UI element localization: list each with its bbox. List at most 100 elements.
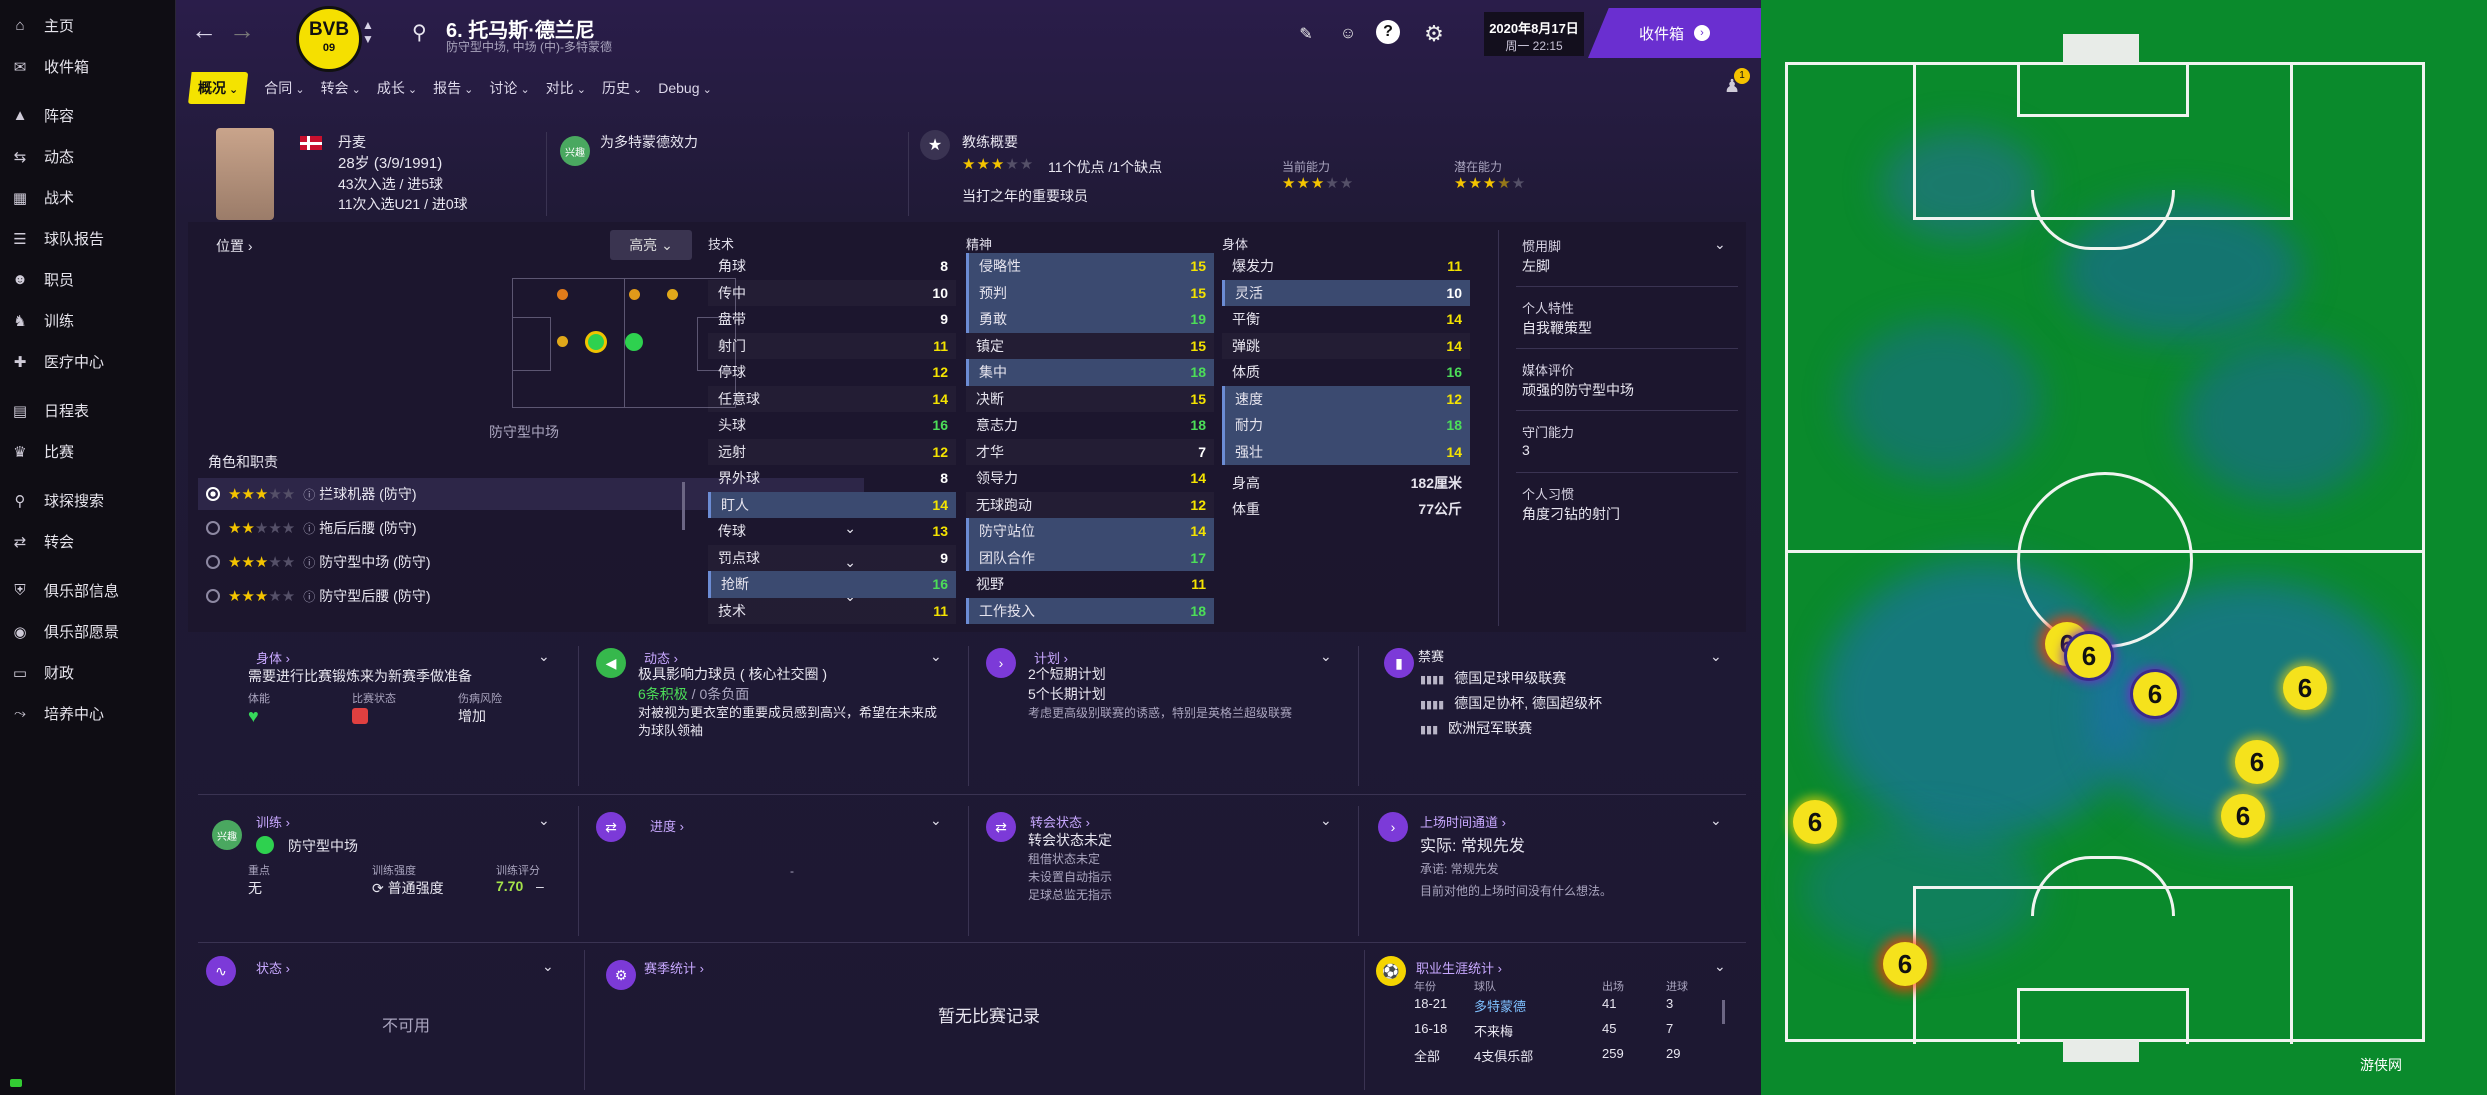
position-pitch <box>512 278 736 408</box>
sidebar-item-3[interactable]: ⇆ 动态 <box>0 136 175 177</box>
scrollbar[interactable] <box>1722 1000 1725 1024</box>
progress-placeholder: - <box>790 864 794 878</box>
chevron-down-icon[interactable]: ⌄ <box>538 648 550 665</box>
career-year: 18-21 <box>1414 996 1448 1011</box>
chevron-down-icon: ⌄ <box>629 84 643 96</box>
sidebar-item-5[interactable]: ☰ 球队报告 <box>0 218 175 259</box>
attribute-row: 头球 16 <box>708 412 956 439</box>
tab-2[interactable]: 转会 ⌄ <box>321 78 361 98</box>
scrollbar[interactable] <box>682 482 685 530</box>
chevron-down-icon[interactable]: ⌄ <box>1714 236 1726 253</box>
attribute-row: 盯人 14 <box>708 491 956 518</box>
sidebar-item-6[interactable]: ☻ 职员 <box>0 259 175 300</box>
chevron-down-icon[interactable]: ⌄ <box>930 648 942 665</box>
edit-icon[interactable]: ✎ <box>1292 20 1320 48</box>
divider <box>968 646 969 786</box>
sidebar-item-1[interactable]: ✉ 收件箱 <box>0 46 175 87</box>
sidebar-item-14[interactable]: ◉ 俱乐部愿景 <box>0 611 175 652</box>
tab-7[interactable]: 历史 ⌄ <box>602 78 642 98</box>
position-title[interactable]: 位置 › <box>216 236 253 256</box>
training-card-title[interactable]: 训练 › <box>256 812 290 831</box>
club-crest[interactable]: BVB 09 <box>296 6 362 72</box>
chevron-down-icon[interactable]: ⌄ <box>538 812 550 829</box>
sidebar-item-9[interactable]: ▤ 日程表 <box>0 390 175 431</box>
progress-title-label: 进度 <box>650 819 677 834</box>
intensity-value[interactable]: ⟳ 普通强度 <box>372 878 444 898</box>
info-icon: ⓘ <box>303 555 316 570</box>
tab-6[interactable]: 对比 ⌄ <box>546 78 586 98</box>
ban-row: ▮▮▮▮ 德国足协杯, 德国超级杯 <box>1420 693 1602 713</box>
tab-8[interactable]: Debug ⌄ <box>658 80 712 96</box>
transfer-card-title[interactable]: 转会状态 › <box>1030 812 1090 831</box>
chevron-down-icon: ⌄ <box>699 84 712 96</box>
sidebar-item-12[interactable]: ⇄ 转会 <box>0 521 175 562</box>
inbox-icon: ✉ <box>13 58 27 76</box>
search-icon[interactable]: ⚲ <box>412 20 427 45</box>
chevron-down-icon[interactable]: ⌄ <box>542 958 554 975</box>
tab-3[interactable]: 成长 ⌄ <box>377 78 417 98</box>
attribute-value: 14 <box>1446 337 1462 354</box>
sidebar-item-2[interactable]: ▲ 阵容 <box>0 95 175 136</box>
inbox-continue-button[interactable]: 收件箱 › <box>1588 8 1761 58</box>
career-stats-card-title[interactable]: 职业生涯统计 › <box>1416 958 1502 977</box>
tab-0[interactable]: 概况 ⌄ <box>188 72 249 104</box>
attribute-value: 14 <box>1446 311 1462 328</box>
attribute-value: 11 <box>1447 258 1462 275</box>
chevron-down-icon[interactable]: ⌄ <box>1714 958 1726 975</box>
attribute-name: 侵略性 <box>979 258 1021 275</box>
attribute-value: 18 <box>1190 417 1206 434</box>
ban-icon: ▮ <box>1384 648 1414 678</box>
player-switcher-icon[interactable]: ▲ ▼ <box>362 18 374 46</box>
attribute-name: 盯人 <box>721 496 749 513</box>
body-card-title[interactable]: 身体 › <box>256 648 290 667</box>
position-dot <box>557 289 568 300</box>
role-radio[interactable] <box>206 487 220 501</box>
attribute-row: 集中 18 <box>966 359 1214 386</box>
role-radio[interactable] <box>206 555 220 569</box>
sidebar-item-4[interactable]: ▦ 战术 <box>0 177 175 218</box>
role-radio[interactable] <box>206 589 220 603</box>
notification-icon[interactable]: ♟ 1 <box>1724 68 1750 97</box>
loan-status: 租借状态未定 <box>1028 852 1101 866</box>
role-stars: ★★★★★ <box>228 486 296 503</box>
chevron-down-icon[interactable]: ⌄ <box>930 812 942 829</box>
tab-5[interactable]: 讨论 ⌄ <box>489 78 529 98</box>
time-label: 周一 22:15 <box>1505 39 1563 53</box>
tab-1[interactable]: 合同 ⌄ <box>264 78 304 98</box>
chevron-down-icon[interactable]: ⌄ <box>1710 648 1722 665</box>
trait-value: 自我鞭策型 <box>1522 320 1592 336</box>
career-team: 4支俱乐部 <box>1474 1049 1534 1064</box>
highlight-dropdown[interactable]: 高亮 ⌄ <box>610 230 692 260</box>
gear-icon[interactable]: ⚙ <box>1420 20 1448 48</box>
sidebar-item-7[interactable]: ♞ 训练 <box>0 300 175 341</box>
forward-icon[interactable]: → <box>226 14 258 46</box>
chevron-down-icon[interactable]: ⌄ <box>1320 812 1332 829</box>
form-card-title[interactable]: 状态 › <box>256 958 290 977</box>
chevron-down-icon[interactable]: ⌄ <box>1320 648 1332 665</box>
tab-4[interactable]: 报告 ⌄ <box>433 78 473 98</box>
attribute-row: 传球 13 <box>708 518 956 545</box>
attribute-name: 镇定 <box>976 337 1004 354</box>
season-stats-card-title[interactable]: 赛季统计 › <box>644 958 704 977</box>
chevron-down-icon[interactable]: ⌄ <box>1710 812 1722 829</box>
fm-icon[interactable]: ☺ <box>1334 20 1362 48</box>
progress-card-title[interactable]: 进度 › <box>650 816 684 835</box>
sidebar-item-16[interactable]: ⤳ 培养中心 <box>0 693 175 734</box>
attribute-name: 无球跑动 <box>976 496 1032 513</box>
attribute-name: 才华 <box>976 443 1004 460</box>
sidebar-item-15[interactable]: ▭ 财政 <box>0 652 175 693</box>
sidebar-item-13[interactable]: ⛨ 俱乐部信息 <box>0 570 175 611</box>
role-radio[interactable] <box>206 521 220 535</box>
sidebar-item-11[interactable]: ⚲ 球探搜索 <box>0 480 175 521</box>
help-icon[interactable]: ? <box>1376 20 1400 44</box>
season-stats-icon: ⚙ <box>606 960 636 990</box>
sidebar-item-10[interactable]: ♛ 比赛 <box>0 431 175 472</box>
chevron-down-icon: ⌄ <box>292 84 305 96</box>
shield-icon: ⛨ <box>14 582 26 599</box>
sidebar-item-0[interactable]: ⌂ 主页 <box>0 5 175 46</box>
trait-value: 角度刁钻的射门 <box>1522 506 1620 522</box>
playing-time-card-title[interactable]: 上场时间通道 › <box>1420 812 1506 831</box>
sidebar-item-8[interactable]: ✚ 医疗中心 <box>0 341 175 382</box>
ban-row: ▮▮▮ 欧洲冠军联赛 <box>1420 718 1532 738</box>
back-icon[interactable]: ← <box>188 14 220 46</box>
